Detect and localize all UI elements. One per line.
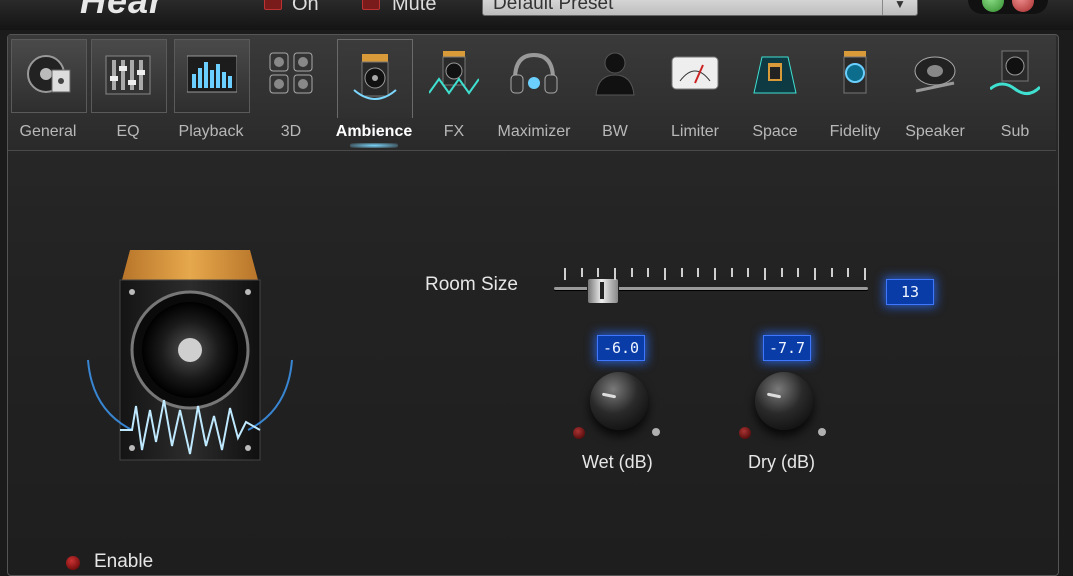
slider-tick (747, 268, 750, 277)
fidelity-icon (843, 51, 867, 94)
close-button[interactable] (1012, 0, 1034, 12)
preset-value: Default Preset (493, 0, 614, 14)
wet-max-dot (652, 428, 660, 436)
tab-label: BW (602, 123, 628, 140)
title-bar: Hear On Mute Default Preset ▼ (0, 0, 1073, 30)
tab-playback[interactable]: Playback (171, 35, 251, 150)
slider-tick (730, 268, 733, 277)
tab-label: FX (443, 123, 465, 140)
window-controls (968, 0, 1048, 14)
tab-label: EQ (116, 123, 140, 140)
ambience-speaker-icon (353, 54, 397, 100)
slider-tick (864, 268, 866, 280)
chevron-down-icon[interactable]: ▼ (882, 0, 917, 15)
slider-tick (714, 268, 716, 280)
slider-tick (614, 268, 616, 280)
slider-tick (797, 268, 800, 277)
slider-tick (680, 268, 683, 277)
dry-led (739, 427, 751, 439)
wet-led (573, 427, 585, 439)
mute-checkbox[interactable] (362, 0, 380, 10)
tab-speaker[interactable]: Speaker (895, 35, 975, 150)
preset-dropdown[interactable]: Default Preset ▼ (482, 0, 918, 16)
tab-3d[interactable]: 3D (251, 35, 331, 150)
space-room-icon (753, 56, 797, 94)
tab-sub[interactable]: Sub (975, 35, 1055, 150)
slider-tick (647, 268, 650, 277)
enable-label: Enable (94, 551, 154, 572)
wet-display: -6.0 (597, 335, 645, 361)
tab-strip: General EQ Playback 3D Ambience FX Maxim… (8, 35, 1056, 151)
tab-fx[interactable]: FX (414, 35, 494, 150)
slider-tick (830, 268, 833, 277)
ambience-speaker-illustration (87, 250, 293, 461)
tab-label: Speaker (905, 123, 965, 140)
slider-tick (564, 268, 566, 280)
tab-space[interactable]: Space (735, 35, 815, 150)
dry-display: -7.7 (763, 335, 811, 361)
tab-label: Playback (178, 123, 244, 140)
tab-eq[interactable]: EQ (88, 35, 168, 150)
wet-knob[interactable] (590, 372, 648, 430)
tab-ambience[interactable]: Ambience (334, 35, 414, 150)
tab-label: Sub (1000, 123, 1030, 140)
dry-knob[interactable] (755, 372, 813, 430)
fx-icon (429, 51, 479, 95)
slider-tick (597, 268, 600, 277)
3d-speakers-icon (269, 52, 313, 94)
active-tab-glow (350, 143, 398, 148)
bw-head-icon (595, 52, 635, 96)
slider-tick (630, 268, 633, 277)
minimize-button[interactable] (982, 0, 1004, 12)
vu-meter-icon (671, 56, 719, 90)
wet-label: Wet (dB) (582, 452, 653, 472)
dry-max-dot (818, 428, 826, 436)
slider-tick (764, 268, 766, 280)
room-size-display: 13 (886, 279, 934, 305)
tab-label: Fidelity (829, 123, 881, 140)
tab-label: Space (752, 123, 798, 140)
headphones-icon (510, 52, 558, 94)
mute-label: Mute (392, 0, 437, 15)
slider-thumb[interactable] (586, 278, 619, 304)
general-icon (27, 55, 71, 93)
tab-bw[interactable]: BW (575, 35, 655, 150)
slider-tick (580, 268, 583, 277)
room-size-label: Room Size (425, 274, 518, 295)
subwoofer-icon (990, 50, 1040, 95)
slider-tick (780, 268, 783, 277)
tab-general[interactable]: General (8, 35, 88, 150)
room-size-slider[interactable] (550, 266, 872, 306)
tab-fidelity[interactable]: Fidelity (815, 35, 895, 150)
tab-label: 3D (280, 123, 302, 140)
tab-label: Maximizer (497, 123, 571, 140)
enable-toggle[interactable] (66, 556, 80, 570)
tab-label: Ambience (335, 123, 413, 140)
tab-label: General (19, 123, 77, 140)
speaker-driver-icon (914, 56, 956, 93)
dry-label: Dry (dB) (748, 452, 815, 472)
tab-limiter[interactable]: Limiter (655, 35, 735, 150)
tab-maximizer[interactable]: Maximizer (494, 35, 574, 150)
slider-tick (697, 268, 700, 277)
slider-tick (664, 268, 666, 280)
slider-tick (847, 268, 850, 277)
eq-icon (105, 55, 151, 95)
app-title: Hear (80, 0, 165, 21)
on-label: On (292, 0, 319, 15)
playback-icon (187, 55, 237, 93)
on-checkbox[interactable] (264, 0, 282, 10)
slider-tick (814, 268, 816, 280)
tab-label: Limiter (670, 123, 719, 140)
